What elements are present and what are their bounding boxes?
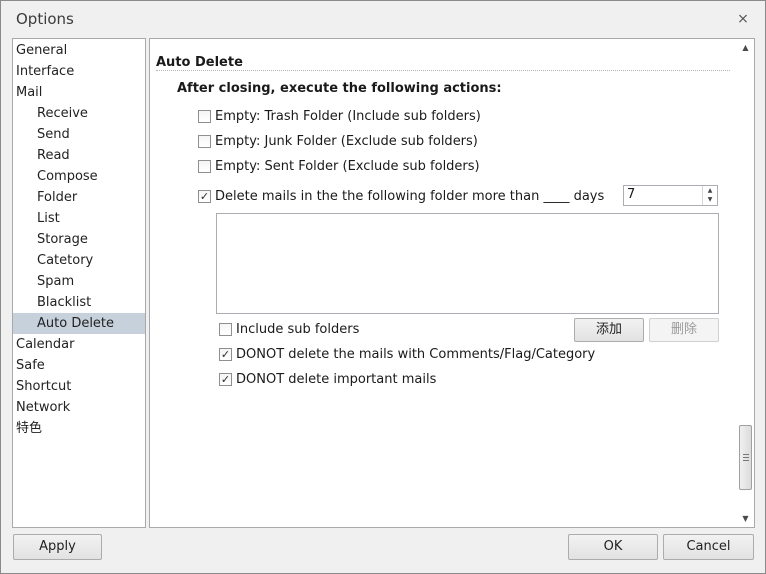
nav-item[interactable]: Receive — [13, 103, 145, 124]
nav-item[interactable]: Spam — [13, 271, 145, 292]
empty-trash-label: Empty: Trash Folder (Include sub folders… — [215, 109, 481, 124]
option-delete-older[interactable]: ✓ Delete mails in the the following folde… — [198, 188, 604, 206]
actions-heading: After closing, execute the following act… — [177, 81, 502, 96]
section-divider — [156, 70, 730, 71]
scroll-thumb[interactable] — [739, 425, 752, 490]
empty-sent-checkbox[interactable] — [198, 159, 211, 173]
nav-item[interactable]: Blacklist — [13, 292, 145, 313]
grip-icon — [743, 454, 749, 461]
auto-delete-panel: Auto Delete After closing, execute the f… — [149, 38, 755, 528]
options-window: Options ⨯ General Interface Mail Receive Sen… — [0, 0, 766, 574]
option-include-sub[interactable]: Include sub folders — [219, 321, 359, 339]
nav-item[interactable]: Network — [13, 397, 145, 418]
days-stepper-arrows: ▲ ▼ — [702, 186, 717, 205]
nav-item[interactable]: Storage — [13, 229, 145, 250]
keep-flagged-checkbox[interactable]: ✓ — [219, 347, 232, 361]
scroll-up-icon[interactable]: ▲ — [737, 39, 754, 56]
nav-item[interactable]: General — [13, 40, 145, 61]
include-sub-label: Include sub folders — [236, 322, 360, 337]
option-empty-junk[interactable]: Empty: Junk Folder (Exclude sub folders) — [198, 133, 478, 151]
keep-important-checkbox[interactable]: ✓ — [219, 372, 232, 386]
options-nav-list[interactable]: General Interface Mail Receive Send Read Compo… — [12, 38, 146, 528]
window-title: Options — [16, 10, 74, 28]
nav-item[interactable]: 特色 — [13, 418, 145, 439]
days-value[interactable]: 7 — [627, 187, 635, 202]
keep-flagged-label: DONOT delete the mails with Comments/Fla… — [236, 347, 596, 362]
nav-item[interactable]: Compose — [13, 166, 145, 187]
cancel-button[interactable]: Cancel — [663, 534, 754, 560]
apply-button[interactable]: Apply — [13, 534, 102, 560]
nav-item[interactable]: List — [13, 208, 145, 229]
option-keep-flagged[interactable]: ✓ DONOT delete the mails with Comments/Fl… — [219, 346, 595, 364]
folder-list[interactable] — [216, 213, 719, 314]
nav-item[interactable]: Calendar — [13, 334, 145, 355]
nav-item[interactable]: Safe — [13, 355, 145, 376]
empty-sent-label: Empty: Sent Folder (Exclude sub folders) — [215, 159, 480, 174]
vertical-scrollbar[interactable]: ▲ ▼ — [737, 39, 754, 527]
include-sub-checkbox[interactable] — [219, 322, 232, 336]
empty-trash-checkbox[interactable] — [198, 109, 211, 123]
days-stepper[interactable]: 7 ▲ ▼ — [623, 185, 718, 206]
nav-item[interactable]: Send — [13, 124, 145, 145]
nav-item[interactable]: Shortcut — [13, 376, 145, 397]
empty-junk-label: Empty: Junk Folder (Exclude sub folders) — [215, 134, 478, 149]
keep-important-label: DONOT delete important mails — [236, 372, 437, 387]
ok-button[interactable]: OK — [568, 534, 658, 560]
option-keep-important[interactable]: ✓ DONOT delete important mails — [219, 371, 436, 389]
nav-item[interactable]: Read — [13, 145, 145, 166]
nav-item[interactable]: Catetory — [13, 250, 145, 271]
empty-junk-checkbox[interactable] — [198, 134, 211, 148]
remove-folder-button[interactable]: 删除 — [649, 318, 719, 342]
nav-item[interactable]: Mail — [13, 82, 145, 103]
spin-down-icon[interactable]: ▼ — [703, 195, 717, 204]
delete-older-label: Delete mails in the the following folder… — [215, 189, 605, 204]
add-folder-button[interactable]: 添加 — [574, 318, 644, 342]
option-empty-trash[interactable]: Empty: Trash Folder (Include sub folders… — [198, 108, 481, 126]
nav-item[interactable]: Interface — [13, 61, 145, 82]
option-empty-sent[interactable]: Empty: Sent Folder (Exclude sub folders) — [198, 158, 480, 176]
close-icon[interactable]: ⨯ — [735, 11, 751, 27]
title-bar[interactable]: Options ⨯ — [1, 1, 765, 37]
scroll-down-icon[interactable]: ▼ — [737, 510, 754, 527]
spin-up-icon[interactable]: ▲ — [703, 186, 717, 195]
delete-older-checkbox[interactable]: ✓ — [198, 189, 211, 203]
nav-item[interactable]: Folder — [13, 187, 145, 208]
section-title: Auto Delete — [156, 55, 243, 70]
nav-item[interactable]: Auto Delete — [13, 313, 145, 334]
